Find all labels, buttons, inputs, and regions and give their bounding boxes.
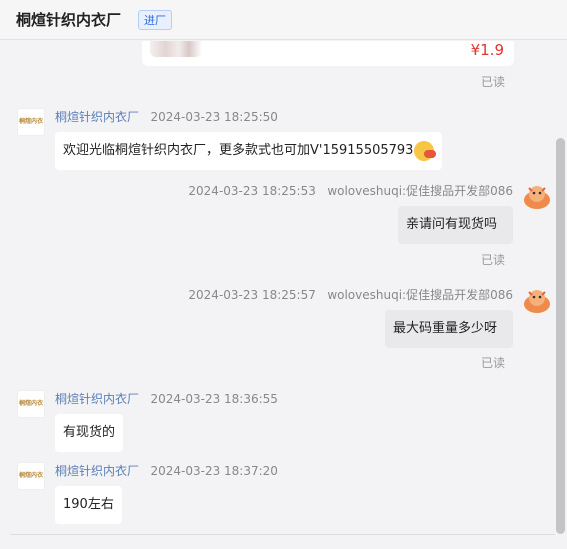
cartoon-avatar-icon: [524, 290, 550, 313]
message-bubble: 最大码重量多少呀: [385, 310, 513, 348]
message-meta: 桐煊针织内衣厂 2024-03-23 18:36:55: [55, 390, 278, 407]
product-card[interactable]: ¥1.9: [142, 41, 514, 66]
message-text: 有现货的: [63, 425, 116, 440]
emoji-icon: [414, 140, 437, 161]
message-bubble: 亲请问有现货吗: [398, 206, 513, 244]
shop-avatar[interactable]: 桐煊内衣: [17, 108, 45, 136]
message-time: 2024-03-23 18:25:57: [188, 288, 316, 302]
chat-header: 桐煊针织内衣厂 进厂: [0, 0, 567, 40]
message-bubble: 190左右: [55, 486, 122, 524]
divider: [10, 534, 555, 535]
read-status: 已读: [481, 356, 506, 370]
shop-avatar-text: 桐煊内衣: [18, 118, 43, 125]
enter-shop-badge[interactable]: 进厂: [138, 10, 172, 30]
sender-name: 桐煊针织内衣厂: [55, 392, 140, 406]
chat-history[interactable]: ¥1.9 已读 桐煊内衣 桐煊针织内衣厂 2024-03-23 18:25:50…: [0, 41, 555, 536]
shop-avatar[interactable]: 桐煊内衣: [17, 462, 45, 490]
message-text: 190左右: [63, 497, 114, 512]
message-time: 2024-03-23 18:37:20: [150, 464, 278, 478]
cartoon-avatar-icon: [524, 186, 550, 209]
message-meta: 桐煊针织内衣厂 2024-03-23 18:37:20: [55, 462, 278, 479]
shop-avatar-text: 桐煊内衣: [18, 400, 43, 407]
message-meta: 2024-03-23 18:25:53 woloveshuqi:促佳搜品开发部0…: [188, 182, 513, 199]
message-time: 2024-03-23 18:25:53: [188, 184, 316, 198]
message-meta: 2024-03-23 18:25:57 woloveshuqi:促佳搜品开发部0…: [188, 286, 513, 303]
message-time: 2024-03-23 18:25:50: [150, 110, 278, 124]
user-avatar[interactable]: [523, 182, 551, 210]
shop-avatar[interactable]: 桐煊内衣: [17, 390, 45, 418]
message-text: 亲请问有现货吗: [406, 217, 498, 232]
product-thumbnail: [150, 41, 202, 57]
message-meta: 桐煊针织内衣厂 2024-03-23 18:25:50: [55, 108, 278, 125]
product-price: ¥1.9: [470, 41, 504, 59]
shop-avatar-text: 桐煊内衣: [18, 472, 43, 479]
read-status: 已读: [481, 253, 506, 267]
message-bubble: 欢迎光临桐煊针织内衣厂，更多款式也可加V'15915505793: [55, 132, 443, 170]
message-text: 最大码重量多少呀: [393, 321, 498, 336]
message-text: 欢迎光临桐煊针织内衣厂，更多款式也可加V'15915505793: [63, 143, 414, 158]
message-bubble: 有现货的: [55, 414, 124, 452]
shop-title: 桐煊针织内衣厂: [16, 11, 122, 29]
sender-name: 桐煊针织内衣厂: [55, 110, 140, 124]
read-status: 已读: [481, 75, 506, 89]
sender-name: 桐煊针织内衣厂: [55, 464, 140, 478]
message-time: 2024-03-23 18:36:55: [150, 392, 278, 406]
user-avatar[interactable]: [523, 286, 551, 314]
sender-name: woloveshuqi:促佳搜品开发部086: [327, 288, 513, 302]
sender-name: woloveshuqi:促佳搜品开发部086: [327, 184, 513, 198]
chat-scrollbar[interactable]: [556, 138, 565, 534]
